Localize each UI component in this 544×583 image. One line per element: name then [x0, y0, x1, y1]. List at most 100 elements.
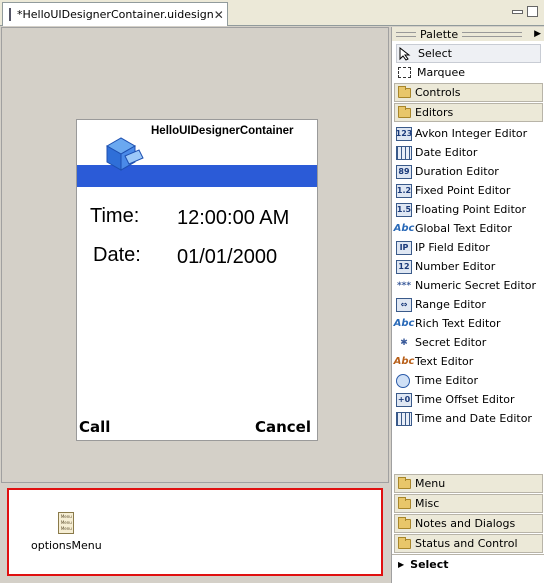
palette-header[interactable]: Palette ▶ — [392, 27, 544, 41]
marquee-tool-label: Marquee — [417, 66, 466, 79]
design-canvas[interactable]: HelloUIDesignerContainer Time: 12:00:00 … — [1, 27, 389, 483]
date-editor[interactable]: 01/01/2000 — [177, 246, 277, 269]
marquee-icon — [398, 67, 411, 78]
palette-title: Palette — [420, 27, 459, 41]
floating-point-icon: 1.5 — [396, 202, 412, 217]
left-softkey[interactable]: Call — [79, 418, 110, 436]
palette-item-text-editor[interactable]: Abc Text Editor — [393, 352, 541, 371]
options-menu-label: optionsMenu — [31, 539, 102, 552]
drawer-label: Menu — [415, 477, 446, 490]
palette-item-global-text-editor[interactable]: Abc Global Text Editor — [394, 219, 541, 238]
minimize-icon[interactable] — [512, 10, 523, 14]
editor-tab[interactable]: *HelloUIDesignerContainer.uidesign ✕ — [2, 2, 228, 26]
palette-item-rich-text-editor[interactable]: Abc Rich Text Editor — [394, 314, 541, 333]
palette-item-label: Fixed Point Editor — [415, 184, 511, 197]
palette-status-label: Select — [410, 557, 449, 571]
drawer-menu[interactable]: Menu — [394, 474, 543, 493]
editor-tab-bar: *HelloUIDesignerContainer.uidesign ✕ — [0, 0, 544, 26]
palette-item-label: Date Editor — [415, 146, 478, 159]
palette-item-label: Text Editor — [415, 355, 474, 368]
folder-icon — [398, 476, 411, 489]
status-pane[interactable]: HelloUIDesignerContainer — [77, 120, 317, 187]
palette: Palette ▶ Select Marquee Controls Editor… — [391, 27, 544, 583]
palette-item-ip-field-editor[interactable]: IP IP Field Editor — [396, 238, 541, 257]
fixed-point-icon: 1.2 — [396, 183, 412, 198]
palette-item-label: Time Editor — [415, 374, 478, 387]
drawer-notes-and-dialogs[interactable]: Notes and Dialogs — [394, 514, 543, 533]
time-icon — [396, 373, 410, 388]
palette-item-label: Duration Editor — [415, 165, 499, 178]
app-logo-icon — [105, 137, 144, 171]
palette-menu-arrow-icon[interactable]: ▶ — [534, 29, 541, 39]
folder-icon — [398, 496, 411, 509]
time-label: Time: — [90, 205, 140, 227]
palette-item-label: Numeric Secret Editor — [415, 279, 537, 292]
menu-icon: Menu Menu Menu — [58, 512, 75, 534]
palette-item-range-editor[interactable]: ⇔ Range Editor — [396, 295, 541, 314]
palette-item-label: Number Editor — [415, 260, 496, 273]
grip-icon — [462, 31, 523, 37]
palette-item-label: Time Offset Editor — [415, 393, 515, 406]
date-icon — [396, 145, 412, 160]
folder-icon — [398, 85, 411, 98]
palette-item-number-editor[interactable]: 12 Number Editor — [396, 257, 541, 276]
drawer-label: Status and Control — [415, 537, 518, 550]
palette-item-label: Global Text Editor — [415, 222, 512, 235]
palette-item-secret-editor[interactable]: ✱ Secret Editor — [396, 333, 541, 352]
palette-item-avkon-integer-editor[interactable]: 123 Avkon Integer Editor — [396, 124, 541, 143]
palette-item-label: Secret Editor — [415, 336, 487, 349]
range-icon: ⇔ — [396, 297, 412, 312]
palette-item-fixed-point-editor[interactable]: 1.2 Fixed Point Editor — [396, 181, 541, 200]
maximize-icon[interactable] — [527, 6, 538, 17]
time-offset-icon: +0 — [396, 392, 412, 407]
duration-icon: 89 — [396, 164, 412, 179]
folder-icon — [398, 536, 411, 549]
non-visual-components-area[interactable]: Menu Menu Menu optionsMenu — [7, 488, 383, 576]
drawer-label: Misc — [415, 497, 440, 510]
right-softkey[interactable]: Cancel — [255, 418, 311, 436]
palette-status-bar[interactable]: ▶ Select — [392, 554, 544, 573]
close-icon[interactable]: ✕ — [214, 8, 224, 22]
palette-item-label: Time and Date Editor — [415, 412, 532, 425]
palette-item-duration-editor[interactable]: 89 Duration Editor — [396, 162, 541, 181]
palette-item-label: Floating Point Editor — [415, 203, 527, 216]
app-title: HelloUIDesignerContainer — [151, 125, 294, 137]
integer-icon: 123 — [396, 126, 412, 141]
cursor-icon — [399, 46, 411, 61]
grip-icon — [396, 31, 416, 37]
palette-item-label: Rich Text Editor — [415, 317, 501, 330]
drawer-controls[interactable]: Controls — [394, 83, 543, 102]
time-editor[interactable]: 12:00:00 AM — [177, 207, 289, 230]
drawer-label: Editors — [415, 106, 454, 119]
drawer-status-and-control[interactable]: Status and Control — [394, 534, 543, 553]
time-date-icon — [396, 411, 412, 426]
secret-icon: ✱ — [400, 337, 408, 348]
select-tool-label: Select — [418, 47, 452, 60]
palette-item-label: Avkon Integer Editor — [415, 127, 528, 140]
marquee-tool[interactable]: Marquee — [396, 63, 541, 82]
palette-item-time-and-date-editor[interactable]: Time and Date Editor — [396, 409, 541, 428]
drawer-misc[interactable]: Misc — [394, 494, 543, 513]
palette-item-date-editor[interactable]: Date Editor — [396, 143, 541, 162]
options-menu-component[interactable]: Menu Menu Menu optionsMenu — [31, 512, 102, 552]
select-tool[interactable]: Select — [396, 44, 541, 63]
ip-field-icon: IP — [396, 240, 412, 255]
date-label: Date: — [93, 244, 141, 266]
palette-item-time-offset-editor[interactable]: +0 Time Offset Editor — [396, 390, 541, 409]
folder-icon — [398, 516, 411, 529]
phone-screen[interactable]: HelloUIDesignerContainer Time: 12:00:00 … — [76, 119, 318, 441]
palette-item-numeric-secret-editor[interactable]: *** Numeric Secret Editor — [396, 276, 541, 295]
folder-open-icon — [398, 105, 411, 118]
palette-item-time-editor[interactable]: Time Editor — [396, 371, 541, 390]
text-icon: Abc — [393, 356, 415, 367]
expand-triangle-icon[interactable]: ▶ — [398, 560, 404, 569]
editor-tab-title: *HelloUIDesignerContainer.uidesign — [17, 8, 214, 21]
drawer-label: Controls — [415, 86, 461, 99]
document-icon — [9, 8, 11, 21]
palette-item-label: Range Editor — [415, 298, 486, 311]
number-icon: 12 — [396, 259, 412, 274]
drawer-editors[interactable]: Editors — [394, 103, 543, 122]
palette-item-floating-point-editor[interactable]: 1.5 Floating Point Editor — [396, 200, 541, 219]
numeric-secret-icon: *** — [396, 280, 412, 291]
drawer-label: Notes and Dialogs — [415, 517, 516, 530]
